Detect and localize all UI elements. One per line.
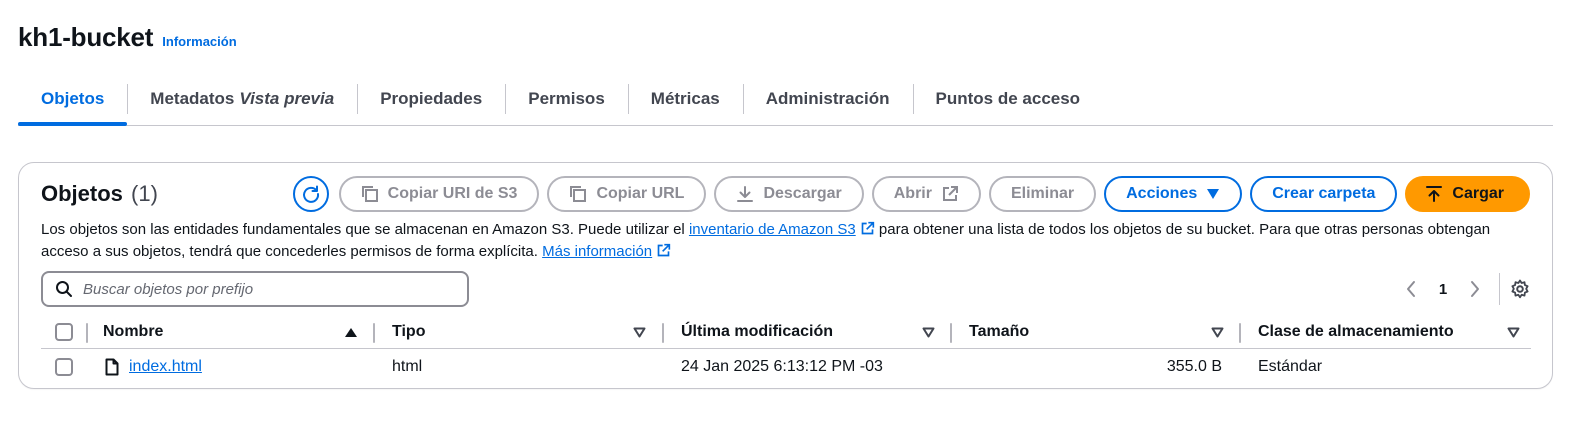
create-folder-label: Crear carpeta	[1272, 185, 1376, 202]
search-input[interactable]	[83, 280, 443, 298]
copy-url-button[interactable]: Copiar URL	[547, 176, 707, 212]
tab-label: Objetos	[41, 89, 105, 108]
caret-down-icon	[1207, 189, 1220, 199]
tab-propiedades[interactable]: Propiedades	[357, 74, 505, 124]
refresh-button[interactable]	[292, 176, 329, 212]
description-text: Los objetos son las entidades fundamenta…	[41, 221, 689, 238]
next-page-button[interactable]	[1459, 280, 1491, 298]
current-page[interactable]: 1	[1427, 281, 1459, 298]
tab-label: Propiedades	[380, 89, 483, 108]
panel-title-text: Objetos	[41, 181, 123, 206]
column-header-modified[interactable]: Última modificación	[681, 315, 833, 348]
column-divider	[373, 323, 375, 343]
object-name-link[interactable]: index.html	[129, 358, 202, 376]
column-header-type[interactable]: Tipo	[392, 315, 425, 348]
row-checkbox[interactable]	[55, 358, 73, 376]
download-button[interactable]: Descargar	[714, 176, 864, 212]
open-button[interactable]: Abrir	[871, 176, 981, 212]
storage-class-cell: Estándar	[1258, 358, 1323, 375]
external-link-icon	[657, 243, 671, 257]
delete-button[interactable]: Eliminar	[988, 176, 1097, 212]
tab-metricas[interactable]: Métricas	[627, 74, 743, 124]
refresh-icon	[302, 185, 319, 203]
sort-icon[interactable]	[1211, 327, 1224, 338]
pagination: 1	[1395, 271, 1530, 307]
chevron-left-icon	[1407, 281, 1415, 297]
delete-label: Eliminar	[1010, 185, 1075, 202]
column-header-size[interactable]: Tamaño	[969, 315, 1029, 348]
copy-icon	[361, 186, 378, 202]
upload-label: Cargar	[1452, 185, 1504, 202]
column-divider	[1239, 323, 1241, 343]
objects-table: Nombre Tipo Última modificación Tamaño C…	[41, 315, 1531, 385]
object-count: (1)	[131, 181, 158, 206]
search-box	[41, 271, 469, 307]
learn-more-label: Más información	[542, 243, 653, 260]
open-label: Abrir	[893, 185, 932, 202]
upload-icon	[1426, 186, 1443, 202]
inventory-link[interactable]: inventario de Amazon S3	[689, 221, 875, 238]
copy-icon	[570, 186, 587, 202]
tab-label: Permisos	[528, 89, 605, 108]
tab-preview-badge: Vista previa	[239, 89, 335, 108]
actions-dropdown[interactable]: Acciones	[1104, 176, 1243, 212]
panel-title: Objetos (1)	[41, 181, 158, 207]
bucket-title: kh1-bucket	[18, 22, 154, 52]
tab-label: Métricas	[650, 89, 720, 108]
tab-label: Metadatos	[150, 89, 235, 108]
external-link-icon	[861, 221, 874, 235]
gear-icon	[1511, 279, 1529, 299]
sort-ascending-icon[interactable]	[344, 327, 358, 338]
tab-puntos-de-acceso[interactable]: Puntos de acceso	[912, 74, 1104, 124]
download-label: Descargar	[763, 185, 842, 202]
info-link[interactable]: Información	[162, 34, 236, 49]
pager-divider	[1499, 273, 1500, 305]
tab-label: Administración	[765, 89, 890, 108]
table-row[interactable]: index.html html 24 Jan 2025 6:13:12 PM -…	[41, 349, 1531, 385]
sort-icon[interactable]	[633, 327, 646, 338]
select-all-cell	[55, 315, 73, 348]
name-cell: index.html	[105, 349, 202, 385]
actions-label: Acciones	[1126, 185, 1198, 202]
previous-page-button[interactable]	[1395, 280, 1427, 298]
table-header-row: Nombre Tipo Última modificación Tamaño C…	[41, 315, 1531, 349]
select-all-checkbox[interactable]	[55, 322, 73, 341]
tab-metadatos[interactable]: Metadatos Vista previa	[127, 74, 357, 124]
page-header: kh1-bucket Información	[18, 22, 237, 53]
copy-s3-uri-button[interactable]: Copiar URI de S3	[338, 176, 540, 212]
sort-icon[interactable]	[922, 327, 935, 338]
chevron-right-icon	[1471, 281, 1479, 297]
tab-label: Puntos de acceso	[935, 89, 1081, 108]
learn-more-link[interactable]: Más información	[542, 243, 671, 260]
objects-toolbar: Copiar URI de S3 Copiar URL Descargar Ab…	[292, 176, 1530, 212]
copy-s3-uri-label: Copiar URI de S3	[387, 185, 518, 202]
column-divider	[950, 323, 952, 343]
tab-objetos[interactable]: Objetos	[18, 74, 128, 126]
external-link-icon	[942, 186, 958, 201]
bucket-tabs: Objetos Metadatos Vista previa Propiedade…	[18, 74, 1553, 126]
column-header-name[interactable]: Nombre	[103, 315, 163, 348]
upload-button[interactable]: Cargar	[1405, 176, 1530, 212]
preferences-button[interactable]	[1510, 279, 1530, 299]
column-divider	[662, 323, 664, 343]
file-icon	[105, 358, 119, 376]
search-icon	[56, 281, 72, 297]
column-header-storage-class[interactable]: Clase de almacenamiento	[1258, 315, 1454, 348]
create-folder-button[interactable]: Crear carpeta	[1250, 176, 1398, 212]
sort-icon[interactable]	[1507, 327, 1520, 338]
copy-url-label: Copiar URL	[596, 185, 685, 202]
type-cell: html	[392, 358, 423, 375]
objects-description: Los objetos son las entidades fundamenta…	[41, 219, 1531, 263]
size-cell: 355.0 B	[1166, 358, 1222, 375]
inventory-link-label: inventario de Amazon S3	[688, 221, 856, 238]
column-divider	[86, 323, 88, 343]
download-icon	[737, 186, 754, 202]
objects-panel: Objetos (1) Copiar URI de S3 Copiar URL …	[18, 162, 1553, 389]
modified-cell: 24 Jan 2025 6:13:12 PM -03	[681, 358, 883, 375]
tab-administracion[interactable]: Administración	[742, 74, 913, 124]
tab-permisos[interactable]: Permisos	[505, 74, 628, 124]
row-select-cell	[55, 349, 73, 385]
